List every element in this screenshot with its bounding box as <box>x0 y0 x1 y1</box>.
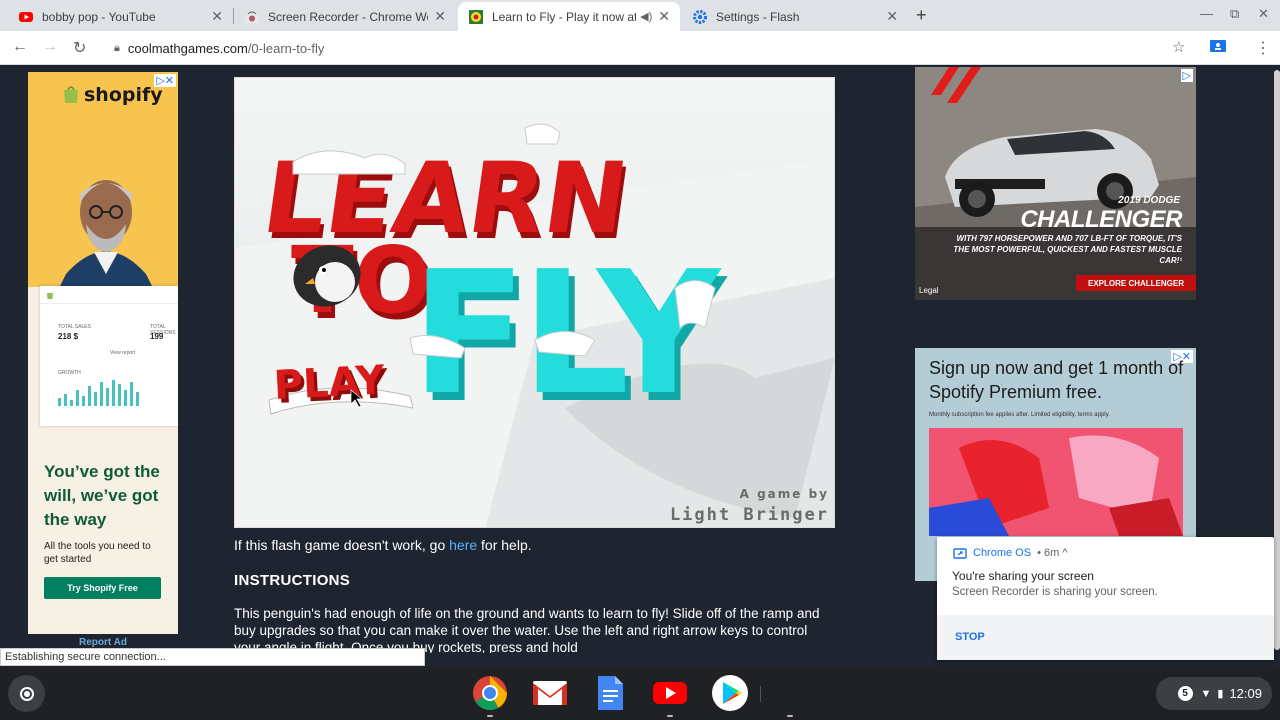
close-tab-icon[interactable]: ✕ <box>211 8 223 25</box>
stop-sharing-button[interactable]: STOP <box>955 631 985 643</box>
report-ad-link[interactable]: Report Ad <box>79 637 127 648</box>
lock-icon[interactable]: 🔒︎ <box>114 42 120 55</box>
try-shopify-button[interactable]: Try Shopify Free <box>44 577 161 599</box>
screen-share-icon <box>953 547 967 559</box>
notification-actions: STOP <box>937 615 1274 660</box>
restore-icon[interactable]: ⧉ <box>1230 6 1239 22</box>
new-tab-button[interactable]: + <box>916 5 927 26</box>
game-credit-label: A game by <box>740 487 829 501</box>
help-link[interactable]: here <box>449 537 477 553</box>
chrome-web-store-icon <box>246 11 258 23</box>
bookmark-star-icon[interactable]: ☆ <box>1172 38 1185 56</box>
cast-screen-icon[interactable] <box>1209 39 1227 55</box>
tab-strip: bobby pop - YouTube ✕ Screen Recorder - … <box>0 0 1280 31</box>
game-canvas[interactable]: LEARN LEARN TO TO FLY FLY PLAY PLAY A ga… <box>234 77 835 528</box>
gmail-icon[interactable] <box>531 674 569 712</box>
youtube-icon[interactable] <box>651 674 689 712</box>
shopify-ad[interactable]: shopify ▷✕ TOTAL SALES 218 $ TOTAL SESSI… <box>28 72 178 634</box>
notification-title: You're sharing your screen <box>952 569 1094 583</box>
back-icon[interactable]: ← <box>12 38 28 56</box>
ad-dashboard-illustration: TOTAL SALES 218 $ TOTAL SESSIONS 199 Vie… <box>40 286 178 426</box>
coolmath-icon <box>469 9 483 24</box>
wifi-icon: ▼ <box>1200 687 1212 700</box>
notification-age[interactable]: • 6m ^ <box>1037 547 1067 559</box>
car-ad-model: CHALLENGER <box>1020 206 1182 233</box>
youtube-icon <box>19 11 33 22</box>
ad-choices-icon[interactable]: ▷ <box>1180 69 1193 82</box>
spotify-ad-artwork <box>929 428 1183 536</box>
close-tab-icon[interactable]: ✕ <box>886 8 898 25</box>
flash-help-text: If this flash game doesn't work, go here… <box>234 537 532 553</box>
ad-subtext: All the tools you need to get started <box>44 541 151 565</box>
battery-icon: ▮ <box>1217 688 1224 700</box>
ad-choices-icon[interactable]: ▷✕ <box>154 74 176 87</box>
tab-learn-to-fly[interactable]: Learn to Fly - Play it now at ◀) ✕ <box>458 2 680 31</box>
ad-headline: You’ve got the will, we’ve got the way <box>44 462 160 529</box>
car-ad-legal-link[interactable]: Legal <box>919 286 939 295</box>
tab-title: Learn to Fly - Play it now at <box>492 9 637 24</box>
instructions-text: This penguin's had enough of life on the… <box>234 606 820 653</box>
game-credit-author: Light Bringer <box>670 505 829 525</box>
status-bubble: Establishing secure connection... <box>0 648 425 666</box>
tab-title: Settings - Flash <box>716 9 800 24</box>
reload-icon[interactable]: ↻ <box>73 38 86 58</box>
tab-title: Screen Recorder - Chrome Web S <box>268 9 428 24</box>
car-ad-year: 2019 DODGE <box>1118 195 1180 206</box>
instructions-heading: INSTRUCTIONS <box>234 572 351 589</box>
shopify-logo-text: shopify <box>84 84 163 106</box>
minimize-icon[interactable]: — <box>1200 6 1213 21</box>
close-tab-icon[interactable]: ✕ <box>658 8 670 25</box>
tab-youtube[interactable]: bobby pop - YouTube ✕ <box>8 2 233 31</box>
url-host: coolmathgames.com <box>127 40 248 56</box>
launcher-button[interactable] <box>8 675 45 712</box>
shopify-bag-icon <box>64 86 78 103</box>
forward-icon[interactable]: → <box>42 38 58 56</box>
shopify-bag-small-icon <box>47 293 53 299</box>
tab-screen-recorder[interactable]: Screen Recorder - Chrome Web S ✕ <box>234 2 456 31</box>
notification-source: Chrome OS <box>973 547 1032 559</box>
screen-sharing-notification[interactable]: Chrome OS • 6m ^ You're sharing your scr… <box>937 537 1274 660</box>
launcher-icon <box>19 686 34 701</box>
dodge-challenger-ad[interactable]: ▷ 2019 DODGE CHALLENGER WITH 797 HORSEPO… <box>915 67 1196 300</box>
system-tray[interactable]: 5 ▼ ▮ 12:09 <box>1156 677 1272 710</box>
close-tab-icon[interactable]: ✕ <box>434 8 446 25</box>
google-docs-icon[interactable] <box>591 674 629 712</box>
settings-gear-icon <box>693 9 707 24</box>
scrollbar-thumb[interactable] <box>1274 70 1280 650</box>
browser-toolbar: ← → ↻ 🔒︎ coolmathgames.com/0-learn-to-fl… <box>0 31 1280 65</box>
game-title-screen[interactable]: LEARN LEARN TO TO FLY FLY PLAY PLAY A ga… <box>235 78 835 528</box>
spotify-ad-fine-print: Monthly subscription fee applies after. … <box>929 412 1110 418</box>
svg-text:PLAY: PLAY <box>273 357 387 409</box>
url-path: /0-learn-to-fly <box>247 40 325 56</box>
play-store-icon[interactable] <box>711 674 749 712</box>
tab-title: bobby pop - YouTube <box>42 9 156 24</box>
menu-kebab-icon[interactable]: ⋮ <box>1255 38 1271 58</box>
notification-count-badge[interactable]: 5 <box>1177 686 1193 701</box>
address-bar[interactable]: 🔒︎ coolmathgames.com/0-learn-to-fly <box>104 34 1204 62</box>
explore-challenger-button[interactable]: EXPLORE CHALLENGER <box>1076 275 1196 291</box>
clock: 12:09 <box>1229 686 1262 701</box>
speaker-icon[interactable]: ◀) <box>640 10 652 23</box>
spotify-ad-headline: Sign up now and get 1 month of Spotify P… <box>929 358 1184 402</box>
ad-person-photo <box>56 180 156 294</box>
notification-body: Screen Recorder is sharing your screen. <box>952 586 1158 598</box>
chromeos-shelf <box>0 666 1280 720</box>
car-ad-tagline: WITH 797 HORSEPOWER AND 707 LB-FT OF TOR… <box>953 234 1182 265</box>
growth-bars-illustration <box>58 380 139 406</box>
chrome-icon[interactable] <box>471 674 509 712</box>
tab-settings-flash[interactable]: Settings - Flash ✕ <box>682 2 908 31</box>
close-window-icon[interactable]: ✕ <box>1258 6 1269 22</box>
